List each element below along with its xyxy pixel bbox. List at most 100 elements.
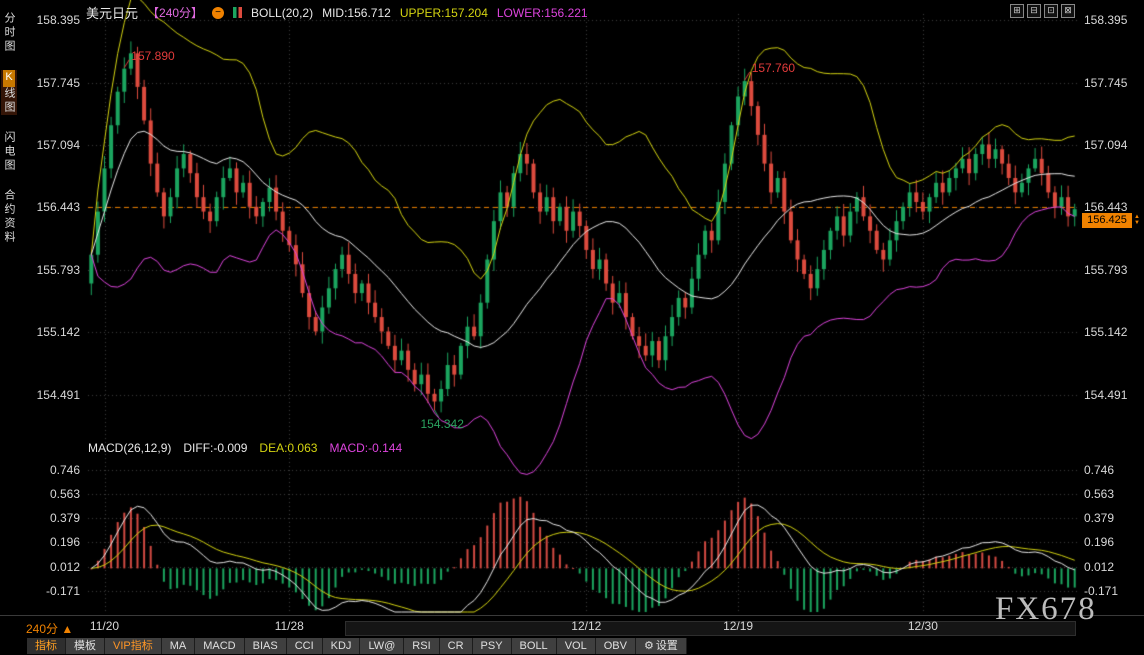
toolbar-tab-label: OBV <box>604 640 627 652</box>
toolbar-tab-9[interactable]: RSI <box>404 638 439 654</box>
time-axis-label: 12/12 <box>563 619 609 633</box>
price-axis-label-left: 154.491 <box>24 388 80 402</box>
price-axis-label-right: 154.491 <box>1084 388 1127 402</box>
toolbar-tab-5[interactable]: BIAS <box>245 638 287 654</box>
toolbar-tab-label: CCI <box>295 640 314 652</box>
toolbar-tab-label: LW@ <box>368 640 395 652</box>
time-axis-label: 12/30 <box>900 619 946 633</box>
toolbar-tab-label: 指标 <box>35 640 57 652</box>
toolbar-tab-13[interactable]: VOL <box>557 638 596 654</box>
symbol-title: 美元日元 <box>86 3 138 22</box>
chart-scrollbar[interactable] <box>345 621 1076 636</box>
macd-axis-label-right: 0.012 <box>1084 560 1114 574</box>
candles-icon <box>233 7 242 18</box>
price-axis-label-left: 156.443 <box>24 200 80 214</box>
single-panel-icon[interactable]: ⊡ <box>1044 4 1058 18</box>
macd-header: MACD(26,12,9) DIFF:-0.009 DEA:0.063 MACD… <box>88 441 402 455</box>
toolbar-tab-4[interactable]: MACD <box>195 638 244 654</box>
panel-separator <box>0 615 1144 616</box>
toolbar-tab-label: VIP指标 <box>113 640 153 652</box>
macd-hist-value: MACD:-0.144 <box>329 441 402 455</box>
toolbar-tab-2[interactable]: VIP指标 <box>105 638 162 654</box>
trading-app: 美元日元 【240分】 − BOLL(20,2) MID:156.712 UPP… <box>0 0 1144 655</box>
toolbar-tab-label: 设置 <box>656 640 678 652</box>
toolbar-tab-label: MACD <box>203 640 235 652</box>
indicator-toolbar: 指标 模板 VIP指标 MA MACD BIAS CCI KDJ LW@ RSI CR PSY BOLL… <box>27 638 687 654</box>
macd-dea-value: DEA:0.063 <box>259 441 317 455</box>
split-horizontal-icon[interactable]: ⊟ <box>1027 4 1041 18</box>
macd-axis-label-left: 0.563 <box>24 487 80 501</box>
macd-settings-label[interactable]: MACD(26,12,9) <box>88 441 171 455</box>
price-annotation: 157.760 <box>752 61 795 75</box>
price-axis-label-left: 157.094 <box>24 138 80 152</box>
toolbar-tab-label: CR <box>448 640 464 652</box>
chart-canvas[interactable] <box>0 0 1144 655</box>
close-panel-icon[interactable]: ⊠ <box>1061 4 1075 18</box>
boll-mid-value: MID:156.712 <box>322 6 391 20</box>
toolbar-tab-6[interactable]: CCI <box>287 638 323 654</box>
toolbar-tab-label: MA <box>170 640 187 652</box>
macd-axis-label-left: 0.746 <box>24 463 80 477</box>
collapse-icon[interactable]: − <box>212 7 224 19</box>
toolbar-tab-label: KDJ <box>331 640 352 652</box>
toolbar-tab-15[interactable]: ⚙设置 <box>636 638 687 654</box>
macd-axis-label-left: -0.171 <box>24 584 80 598</box>
toolbar-tab-11[interactable]: PSY <box>473 638 512 654</box>
macd-axis-label-left: 0.012 <box>24 560 80 574</box>
sidebar-item-2[interactable]: 闪电图 <box>1 131 17 173</box>
chart-header: 美元日元 【240分】 − BOLL(20,2) MID:156.712 UPP… <box>86 3 588 22</box>
toolbar-tab-1[interactable]: 模板 <box>66 638 105 654</box>
time-axis-label: 12/19 <box>715 619 761 633</box>
sidebar-item-1[interactable]: K线图 <box>1 70 17 115</box>
sidebar-item-3[interactable]: 合约资料 <box>1 189 17 245</box>
price-axis-label-left: 157.745 <box>24 76 80 90</box>
price-axis-label-right: 158.395 <box>1084 13 1127 27</box>
price-axis-label-left: 158.395 <box>24 13 80 27</box>
price-axis-label-right: 155.793 <box>1084 263 1127 277</box>
price-axis-label-left: 155.142 <box>24 325 80 339</box>
add-panel-icon[interactable]: ⊞ <box>1010 4 1024 18</box>
interval-label: 【240分】 <box>147 4 203 21</box>
macd-axis-label-right: 0.196 <box>1084 535 1114 549</box>
period-up-arrow-icon: ▲ <box>61 622 73 636</box>
macd-axis-label-right: -0.171 <box>1084 584 1118 598</box>
toolbar-tab-label: BOLL <box>520 640 548 652</box>
price-axis-label-right: 155.142 <box>1084 325 1127 339</box>
macd-axis-label-right: 0.746 <box>1084 463 1114 477</box>
footer-period-label[interactable]: 240分 ▲ <box>26 620 73 637</box>
toolbar-tab-3[interactable]: MA <box>162 638 196 654</box>
toolbar-tab-label: RSI <box>412 640 430 652</box>
chart-type-sidebar: 分时图 K线图闪电图合约资料 <box>1 12 17 245</box>
toolbar-tab-label: VOL <box>565 640 587 652</box>
boll-settings-label[interactable]: BOLL(20,2) <box>251 6 313 20</box>
toolbar-tab-label: BIAS <box>253 640 278 652</box>
scrollbar-thumb[interactable] <box>346 622 1075 635</box>
macd-axis-label-right: 0.379 <box>1084 511 1114 525</box>
macd-axis-label-left: 0.379 <box>24 511 80 525</box>
price-axis-label-left: 155.793 <box>24 263 80 277</box>
toolbar-tab-14[interactable]: OBV <box>596 638 636 654</box>
toolbar-tab-label: 模板 <box>74 640 96 652</box>
toolbar-tab-7[interactable]: KDJ <box>323 638 361 654</box>
boll-lower-value: LOWER:156.221 <box>497 6 588 20</box>
toolbar-tab-8[interactable]: LW@ <box>360 638 404 654</box>
macd-diff-value: DIFF:-0.009 <box>183 441 247 455</box>
toolbar-tab-10[interactable]: CR <box>440 638 473 654</box>
active-chart-type-badge: K <box>3 70 15 87</box>
sidebar-item-label: 线图 <box>3 87 15 115</box>
price-annotation: 154.342 <box>421 417 464 431</box>
sidebar-item-0[interactable]: 分时图 <box>1 12 17 54</box>
boll-upper-value: UPPER:157.204 <box>400 6 488 20</box>
time-axis-label: 11/20 <box>82 619 128 633</box>
toolbar-tab-12[interactable]: BOLL <box>512 638 557 654</box>
gear-icon: ⚙ <box>644 640 654 652</box>
price-axis-label-right: 157.094 <box>1084 138 1127 152</box>
price-annotation: 157.890 <box>131 49 174 63</box>
price-axis-label-right: 157.745 <box>1084 76 1127 90</box>
price-down-arrow-icon: ▼ <box>1134 220 1140 226</box>
window-buttons: ⊞ ⊟ ⊡ ⊠ <box>1010 4 1075 18</box>
current-price-tag: 156.425 <box>1082 213 1132 228</box>
macd-axis-label-right: 0.563 <box>1084 487 1114 501</box>
toolbar-tab-0[interactable]: 指标 <box>27 638 66 654</box>
toolbar-tab-label: PSY <box>481 640 503 652</box>
